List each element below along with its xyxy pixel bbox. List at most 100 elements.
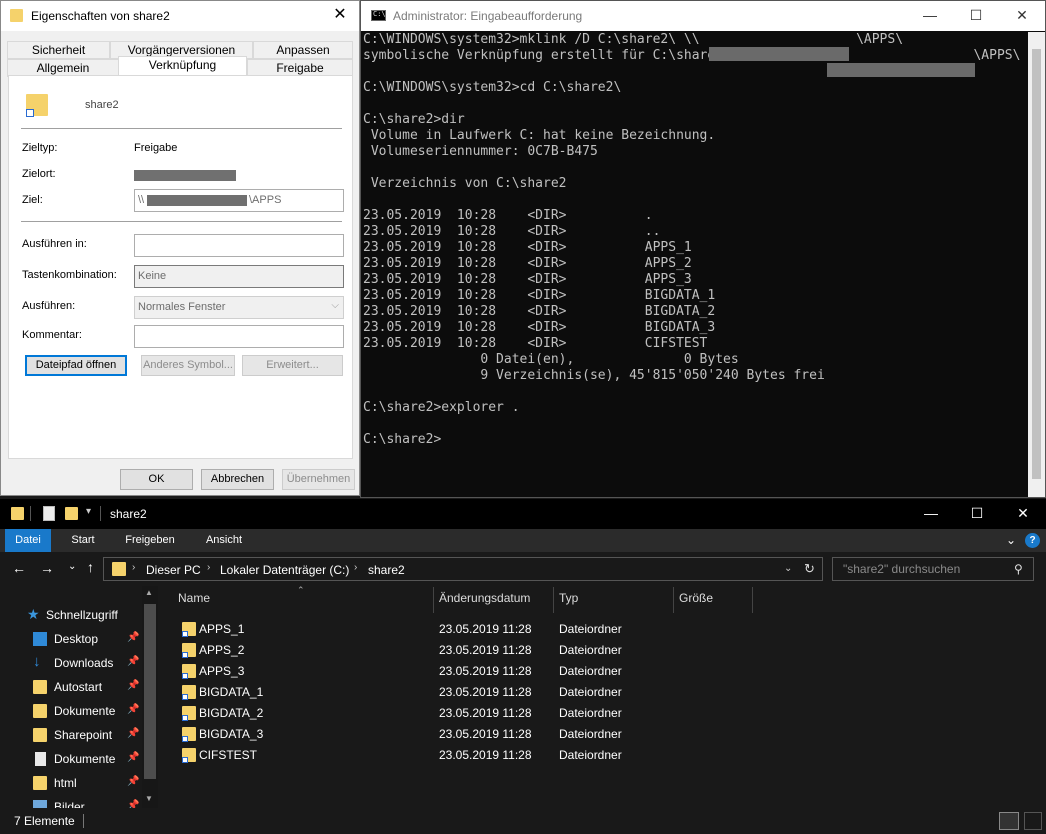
status-bar: 7 Elemente	[0, 809, 1046, 834]
file-type: Dateiordner	[559, 748, 622, 762]
address-history-icon[interactable]: ⌄	[784, 563, 792, 574]
redacted-server	[147, 195, 247, 206]
file-type: Dateiordner	[559, 727, 622, 741]
new-folder-icon[interactable]	[65, 507, 78, 520]
column-divider[interactable]	[553, 587, 554, 613]
table-row[interactable]: BIGDATA_1 23.05.2019 11:28 Dateiordner	[178, 682, 738, 703]
forward-arrow-icon[interactable]: →	[40, 560, 54, 576]
tab-verknuepfung[interactable]: Verknüpfung	[118, 56, 247, 77]
chevron-right-icon[interactable]: ›	[354, 562, 357, 573]
nav-item-html[interactable]: html 📌	[0, 771, 142, 795]
ribbon-tabs: Datei Start Freigeben Ansicht ⌄ ?	[0, 529, 1046, 552]
advanced-button[interactable]: Erweitert...	[242, 355, 343, 376]
column-typ[interactable]: Typ	[559, 591, 578, 613]
download-icon: ↓	[33, 653, 41, 670]
redacted-zielort	[134, 170, 236, 181]
column-groesse[interactable]: Größe	[679, 591, 713, 613]
scroll-down-icon[interactable]: ▼	[145, 794, 153, 803]
address-row: ← → ⌄ ↑ › Dieser PC › Lokaler Datenträge…	[0, 552, 1046, 586]
nav-item-dokumente[interactable]: Dokumente 📌	[0, 699, 142, 723]
cancel-button[interactable]: Abbrechen	[201, 469, 274, 490]
column-divider[interactable]	[673, 587, 674, 613]
chevron-right-icon[interactable]: ›	[207, 562, 210, 573]
tab-anpassen[interactable]: Anpassen	[253, 41, 353, 59]
scroll-up-icon[interactable]: ▲	[145, 588, 153, 597]
file-date: 23.05.2019 11:28	[439, 748, 532, 762]
column-divider[interactable]	[433, 587, 434, 613]
ok-button[interactable]: OK	[120, 469, 193, 490]
nav-scrollbar[interactable]: ▲ ▼	[142, 586, 158, 808]
tab-freigeben[interactable]: Freigeben	[116, 529, 184, 552]
minimize-icon[interactable]: —	[908, 499, 954, 529]
maximize-icon[interactable]: ☐	[954, 499, 1000, 529]
tab-ansicht[interactable]: Ansicht	[195, 529, 253, 552]
table-row[interactable]: APPS_3 23.05.2019 11:28 Dateiordner	[178, 661, 738, 682]
tab-sicherheit[interactable]: Sicherheit	[7, 41, 110, 59]
ausfuehren-in-input[interactable]	[134, 234, 344, 257]
address-bar[interactable]: › Dieser PC › Lokaler Datenträger (C:) ›…	[103, 557, 823, 581]
nav-item-downloads[interactable]: ↓ Downloads 📌	[0, 651, 142, 675]
nav-item-schnellzugriff[interactable]: ★ Schnellzugriff	[0, 603, 142, 627]
nav-item-bilder[interactable]: Bilder 📌	[0, 795, 142, 808]
nav-item-desktop[interactable]: Desktop 📌	[0, 627, 142, 651]
close-icon[interactable]: ✕	[999, 1, 1045, 31]
properties-titlebar: Eigenschaften von share2 ✕	[1, 1, 359, 31]
details-view-icon[interactable]	[999, 812, 1019, 830]
change-icon-button[interactable]: Anderes Symbol...	[141, 355, 235, 376]
search-input[interactable]: "share2" durchsuchen	[832, 557, 1034, 581]
desktop-icon	[33, 632, 47, 646]
open-file-location-button[interactable]: Dateipfad öffnen	[25, 355, 127, 376]
tab-datei[interactable]: Datei	[5, 529, 51, 552]
recent-locations-icon[interactable]: ⌄	[68, 561, 76, 572]
breadcrumb-lokaler-datentraeger[interactable]: Lokaler Datenträger (C:)	[220, 563, 349, 577]
table-row[interactable]: APPS_1 23.05.2019 11:28 Dateiordner	[178, 619, 738, 640]
table-row[interactable]: BIGDATA_2 23.05.2019 11:28 Dateiordner	[178, 703, 738, 724]
maximize-icon[interactable]: ☐	[953, 1, 999, 31]
help-icon[interactable]: ?	[1025, 533, 1040, 548]
file-date: 23.05.2019 11:28	[439, 685, 532, 699]
nav-item-sharepoint[interactable]: Sharepoint 📌	[0, 723, 142, 747]
nav-item-autostart[interactable]: Autostart 📌	[0, 675, 142, 699]
pictures-icon	[33, 800, 47, 808]
properties-dialog: Eigenschaften von share2 ✕ Sicherheit Vo…	[0, 0, 360, 496]
search-icon[interactable]: ⚲	[1014, 562, 1023, 576]
refresh-icon[interactable]: ↻	[804, 561, 815, 577]
close-icon[interactable]: ✕	[325, 1, 355, 31]
folder-icon	[33, 776, 47, 790]
column-aenderungsdatum[interactable]: Änderungsdatum	[439, 591, 530, 613]
console-line: Volume in Laufwerk C: hat keine Bezeichn…	[363, 128, 716, 143]
breadcrumb-share2[interactable]: share2	[368, 563, 405, 577]
shortcut-arrow-icon	[182, 652, 188, 658]
console-output[interactable]: C:\WINDOWS\system32>mklink /D C:\share2\…	[363, 32, 1025, 497]
minimize-icon[interactable]: —	[907, 1, 953, 31]
table-row[interactable]: CIFSTEST 23.05.2019 11:28 Dateiordner	[178, 745, 738, 766]
ausfuehren-select[interactable]: Normales Fenster ⌵	[134, 296, 344, 319]
nav-item-dokumente-2[interactable]: Dokumente 📌	[0, 747, 142, 771]
chevron-down-icon: ⌵	[331, 300, 339, 311]
tab-start[interactable]: Start	[60, 529, 106, 552]
table-row[interactable]: BIGDATA_3 23.05.2019 11:28 Dateiordner	[178, 724, 738, 745]
nav-label: Dokumente	[54, 752, 116, 766]
up-arrow-icon[interactable]: ↑	[87, 559, 94, 575]
pin-icon: 📌	[127, 776, 140, 787]
large-icons-view-icon[interactable]	[1024, 812, 1042, 830]
properties-icon[interactable]	[43, 506, 55, 521]
breadcrumb-dieser-pc[interactable]: Dieser PC	[146, 563, 201, 577]
properties-title: Eigenschaften von share2	[31, 9, 170, 23]
console-line: C:\WINDOWS\system32>cd C:\share2\	[363, 80, 622, 95]
kommentar-input[interactable]	[134, 325, 344, 348]
apply-button[interactable]: Übernehmen	[282, 469, 355, 490]
back-arrow-icon[interactable]: ←	[12, 560, 26, 576]
column-name[interactable]: Name	[178, 591, 210, 613]
chevron-right-icon[interactable]: ›	[132, 562, 135, 573]
ziel-field[interactable]: \\ \APPS	[134, 189, 344, 212]
customize-toolbar-icon[interactable]: ▾	[86, 506, 91, 517]
column-divider[interactable]	[752, 587, 753, 613]
tastenkombination-input[interactable]: Keine	[134, 265, 344, 288]
close-icon[interactable]: ✕	[1000, 499, 1046, 529]
scrollbar-thumb[interactable]	[144, 604, 156, 779]
console-scrollbar[interactable]	[1028, 32, 1045, 497]
table-row[interactable]: APPS_2 23.05.2019 11:28 Dateiordner	[178, 640, 738, 661]
expand-ribbon-icon[interactable]: ⌄	[1006, 533, 1016, 547]
scrollbar-thumb[interactable]	[1032, 49, 1041, 479]
